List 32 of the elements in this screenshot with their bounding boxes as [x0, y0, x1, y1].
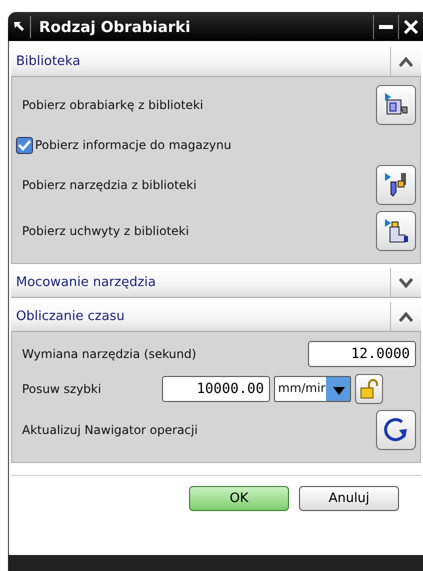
action-button[interactable]: [376, 410, 416, 450]
action-button[interactable]: [376, 211, 416, 251]
field-label: Pobierz narzędzia z biblioteki: [22, 178, 198, 192]
section-header[interactable]: Biblioteka: [11, 47, 421, 77]
field-label: Pobierz uchwyty z biblioteki: [22, 224, 190, 238]
number-field[interactable]: 10000.00: [162, 376, 270, 402]
collapse-icon[interactable]: [399, 56, 413, 66]
action-button[interactable]: [376, 85, 416, 125]
arrow-icon: [13, 20, 25, 32]
number-field[interactable]: 12.0000: [308, 341, 416, 367]
refresh-icon: [382, 416, 410, 444]
unit-dropdown[interactable]: mm/mir: [274, 376, 352, 402]
dropdown-arrow-icon: [333, 387, 346, 395]
ok-button[interactable]: OK: [189, 486, 289, 511]
expand-icon[interactable]: [399, 278, 413, 288]
holder-icon: [382, 217, 410, 245]
checkbox-label: Pobierz informacje do magazynu: [35, 138, 232, 152]
field-label: Posuw szybki: [22, 382, 102, 396]
minimize-icon[interactable]: [379, 24, 393, 28]
window-title: Rodzaj Obrabiarki: [38, 18, 192, 36]
field-label: Pobierz obrabiarkę z biblioteki: [22, 98, 204, 112]
open-padlock-icon: [360, 379, 378, 399]
collapse-icon[interactable]: [399, 312, 413, 322]
action-button[interactable]: [376, 165, 416, 205]
close-icon[interactable]: [404, 20, 418, 34]
checkbox[interactable]: [16, 136, 33, 154]
section-header[interactable]: Obliczanie czasu: [11, 302, 421, 332]
lock-button[interactable]: [355, 374, 384, 404]
field-label: Aktualizuj Nawigator operacji: [22, 423, 199, 437]
field-label: Wymiana narzędzia (sekund): [22, 347, 198, 361]
cancel-button[interactable]: Anuluj: [299, 486, 399, 511]
section-header[interactable]: Mocowanie narzędzia: [11, 268, 421, 298]
